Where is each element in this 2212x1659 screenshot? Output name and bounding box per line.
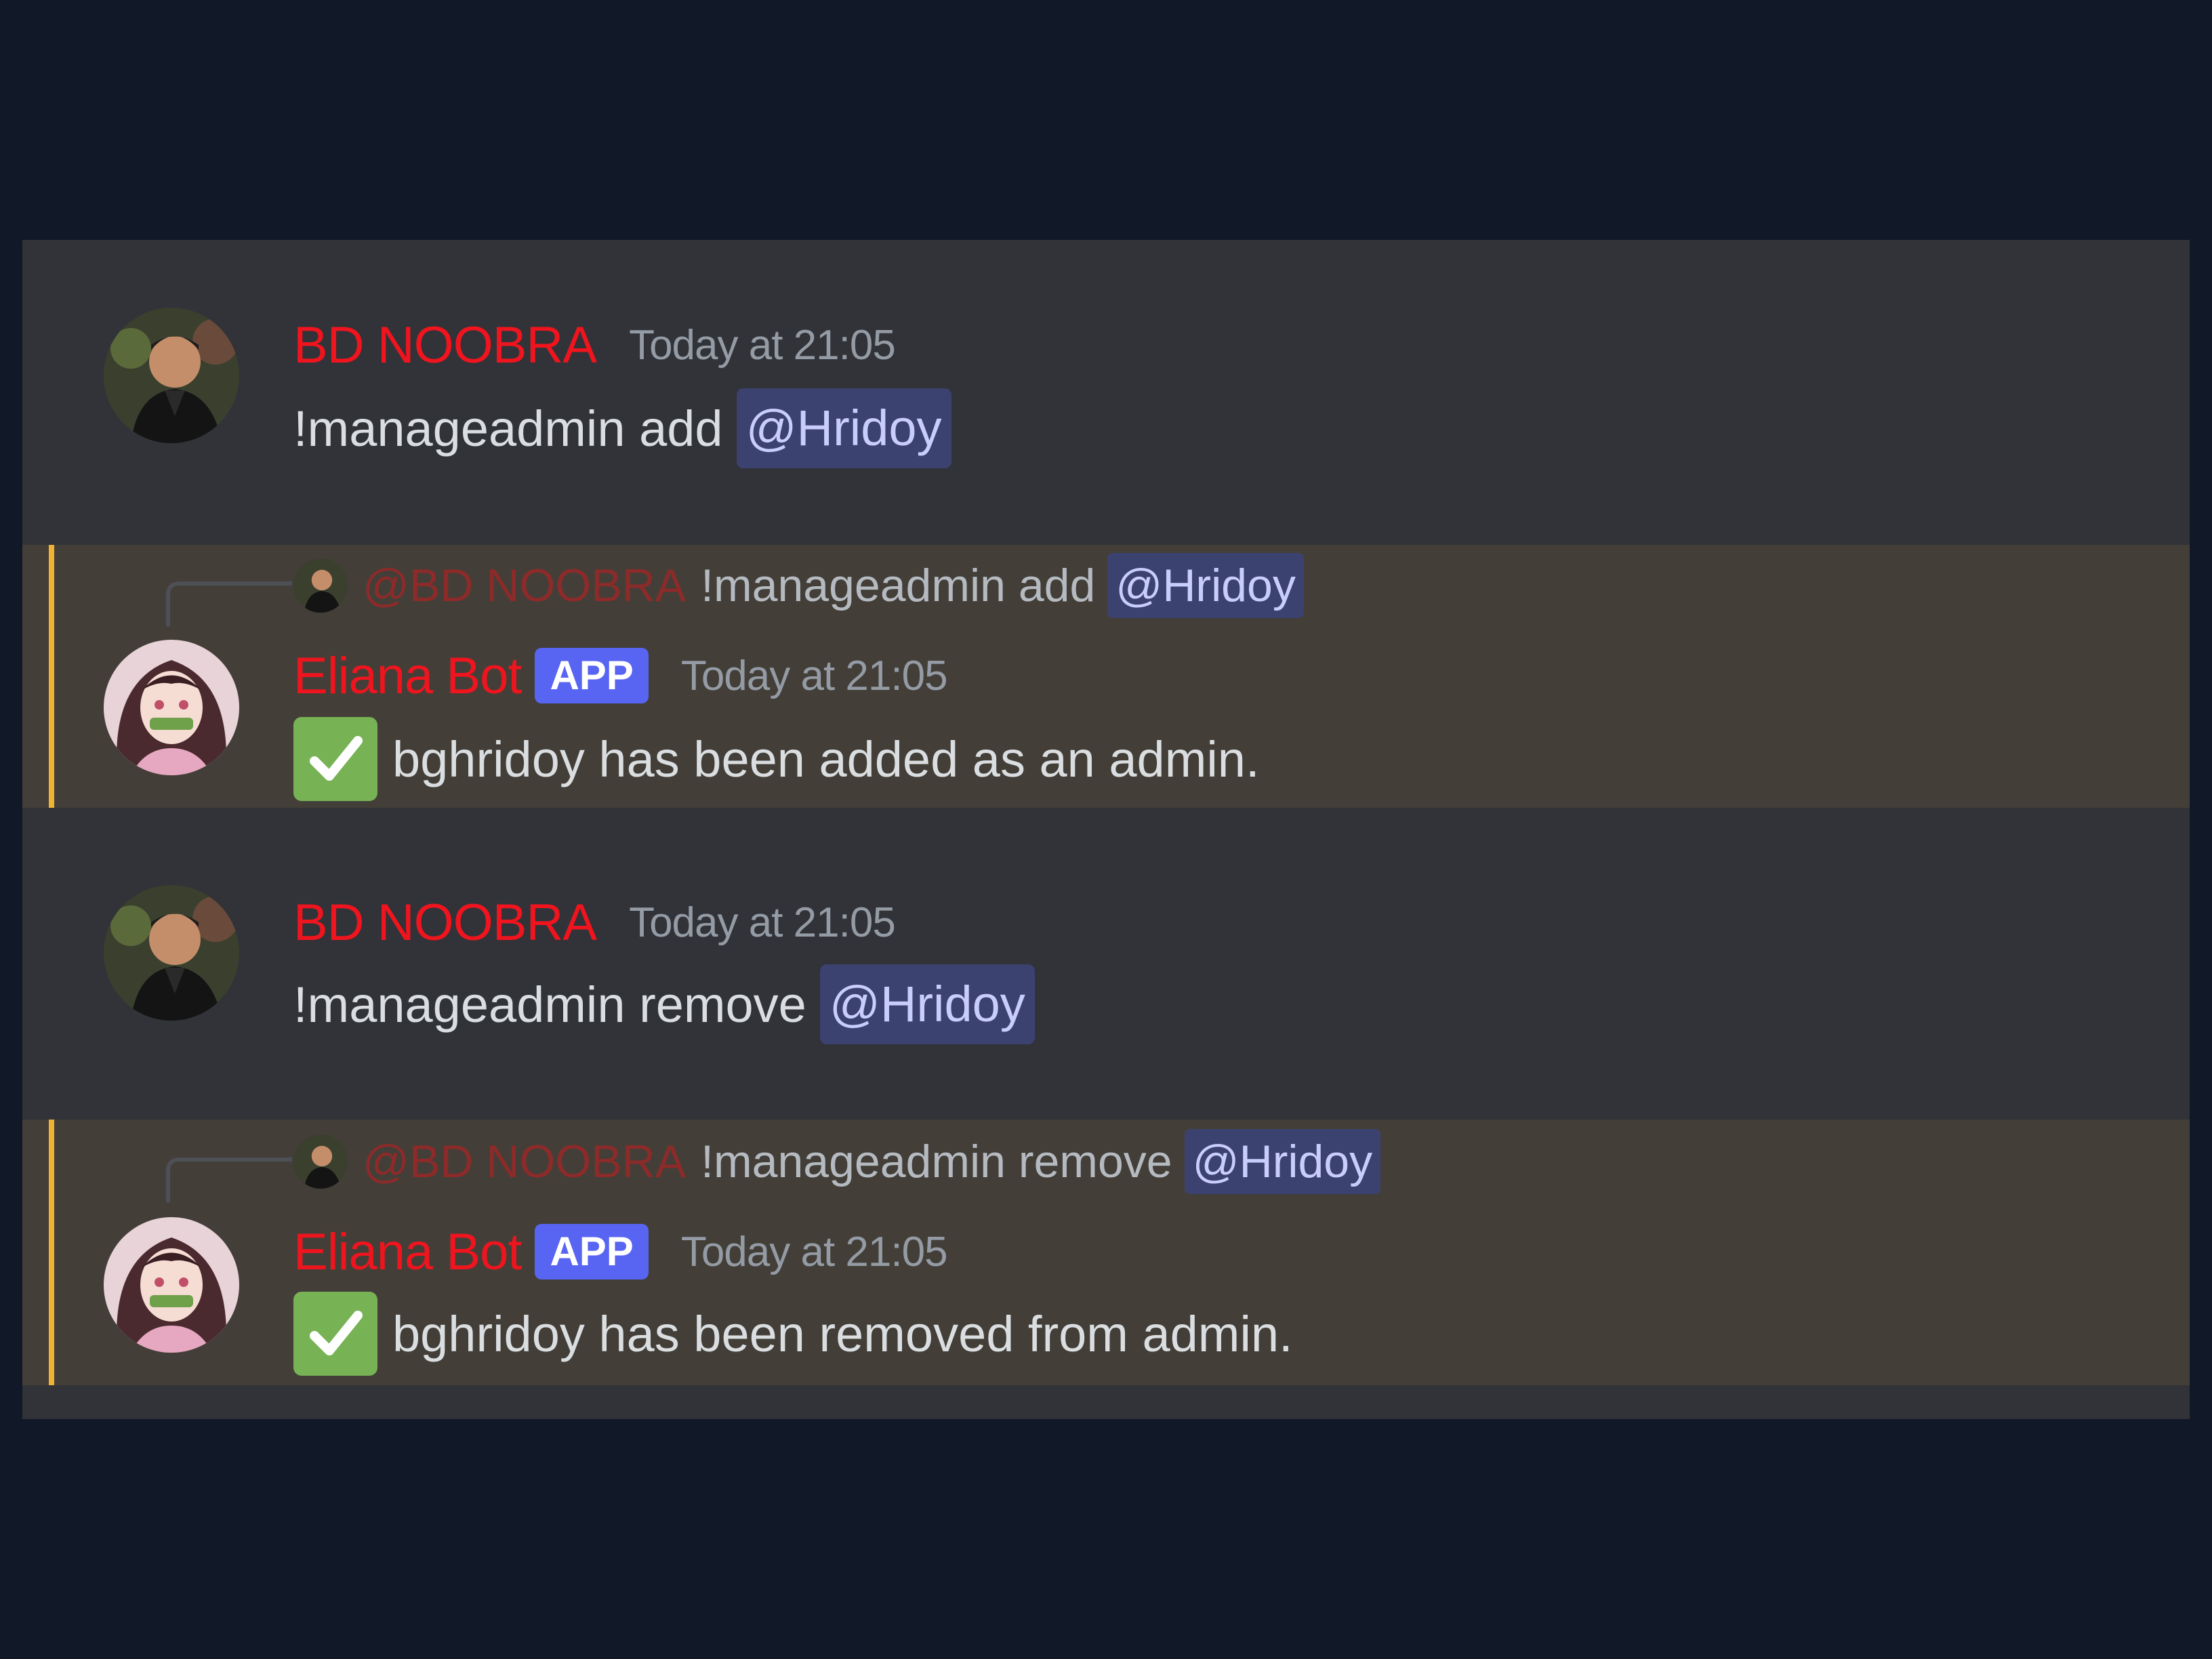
message-text: bghridoy has been added as an admin. [392, 731, 1260, 787]
message-item[interactable]: @BD NOOBRA !manageadmin add @Hridoy Elia… [22, 545, 2190, 808]
username[interactable]: Eliana Bot [293, 647, 522, 705]
reply-connector [166, 1158, 292, 1202]
message-text: !manageadmin add [293, 400, 723, 457]
message-item[interactable]: @BD NOOBRA !manageadmin remove @Hridoy E… [22, 1120, 2190, 1385]
app-badge: APP [535, 1224, 649, 1279]
message-item[interactable]: BD NOOBRA Today at 21:05 !manageadmin ad… [22, 240, 2190, 545]
bot-avatar[interactable] [104, 1217, 239, 1353]
message-item[interactable]: BD NOOBRA Today at 21:05 !manageadmin re… [22, 808, 2190, 1120]
reply-mention[interactable]: @Hridoy [1184, 1129, 1381, 1194]
reply-avatar [293, 1134, 348, 1189]
reply-avatar [293, 558, 348, 613]
reply-preview-text[interactable]: !manageadmin remove [701, 1135, 1172, 1188]
message-text: !manageadmin remove [293, 976, 806, 1033]
chat-messages-panel: BD NOOBRA Today at 21:05 !manageadmin ad… [22, 240, 2190, 1419]
username[interactable]: BD NOOBRA [293, 316, 597, 375]
user-avatar[interactable] [104, 308, 239, 443]
timestamp: Today at 21:05 [680, 1228, 948, 1275]
user-mention[interactable]: @Hridoy [819, 964, 1035, 1044]
reply-username[interactable]: @BD NOOBRA [363, 1135, 686, 1188]
reply-preview-text[interactable]: !manageadmin add [701, 559, 1095, 612]
reply-mention[interactable]: @Hridoy [1107, 553, 1304, 618]
app-badge: APP [535, 648, 649, 703]
check-mark-icon [293, 717, 377, 801]
check-mark-icon [293, 1292, 377, 1376]
reply-username[interactable]: @BD NOOBRA [363, 559, 686, 612]
user-avatar[interactable] [104, 885, 239, 1021]
username[interactable]: Eliana Bot [293, 1223, 522, 1282]
timestamp: Today at 21:05 [680, 652, 948, 699]
bot-avatar[interactable] [104, 640, 239, 775]
reply-connector [166, 581, 292, 626]
timestamp: Today at 21:05 [629, 321, 896, 369]
username[interactable]: BD NOOBRA [293, 893, 597, 952]
message-text: bghridoy has been removed from admin. [392, 1305, 1293, 1362]
timestamp: Today at 21:05 [629, 899, 896, 946]
user-mention[interactable]: @Hridoy [736, 388, 951, 468]
